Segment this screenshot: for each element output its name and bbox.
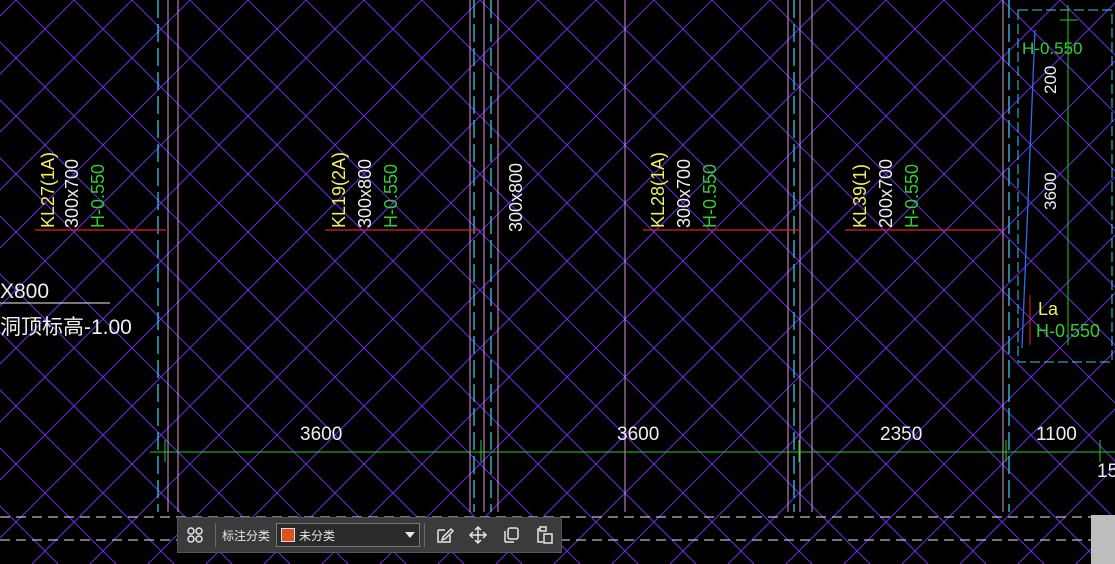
detail-la: La — [1038, 299, 1059, 319]
svg-text:KL39(1): KL39(1) — [850, 164, 870, 228]
dim-text-2: 3600 — [617, 424, 659, 445]
svg-text:300x700: 300x700 — [674, 159, 694, 228]
edit-icon[interactable] — [429, 518, 462, 552]
detail-top-elev: H-0.550 — [1022, 39, 1082, 58]
detail-dim-3600: 3600 — [1041, 172, 1060, 210]
svg-text:H-0.550: H-0.550 — [700, 164, 720, 228]
dim-text-1: 3600 — [300, 424, 342, 445]
grid-icon[interactable] — [178, 518, 211, 552]
annotation-category-label: 标注分类 — [221, 528, 270, 543]
beam-label-2: KL19(2A) 300x800 H-0.550 — [329, 152, 401, 228]
svg-text:300x800: 300x800 — [506, 163, 526, 232]
svg-text:300x700: 300x700 — [62, 159, 82, 228]
svg-text:KL28(1A): KL28(1A) — [648, 152, 668, 228]
svg-text:200x700: 200x700 — [876, 159, 896, 228]
cad-canvas[interactable]: KL27(1A) 300x700 H-0.550 KL19(2A) 300x80… — [0, 0, 1115, 564]
dim-text-3: 2350 — [880, 424, 922, 445]
note-text: 洞顶标高-1.00 — [0, 316, 132, 339]
paste-icon[interactable] — [528, 518, 561, 552]
svg-text:300x800: 300x800 — [355, 159, 375, 228]
svg-text:H-0.550: H-0.550 — [381, 164, 401, 228]
toolbar-separator — [215, 523, 216, 547]
beam-label-1: KL27(1A) 300x700 H-0.550 — [38, 152, 108, 228]
note-size: X800 — [0, 280, 49, 303]
detail-dim-200: 200 — [1041, 66, 1060, 94]
beam-label-4: KL28(1A) 300x700 H-0.550 — [648, 152, 720, 228]
scroll-block — [1091, 515, 1115, 564]
edge-text: 15 — [1097, 461, 1115, 482]
annotation-category-select[interactable]: 未分类 — [276, 523, 420, 547]
column-lines — [167, 0, 1004, 512]
svg-text:H-0.550: H-0.550 — [902, 164, 922, 228]
beam-label-5: KL39(1) 200x700 H-0.550 — [850, 159, 922, 228]
svg-text:H-0.550: H-0.550 — [88, 164, 108, 228]
beam-label-3: 300x800 — [506, 163, 526, 232]
category-color-swatch — [281, 528, 295, 542]
copy-icon[interactable] — [495, 518, 528, 552]
detail-bottom-elev: H-0.550 — [1036, 321, 1100, 341]
hatch-pattern — [0, 0, 1115, 564]
category-select-value: 未分类 — [299, 528, 336, 543]
svg-text:KL27(1A): KL27(1A) — [38, 152, 58, 228]
move-icon[interactable] — [462, 518, 495, 552]
dim-text-4: 1100 — [1036, 424, 1077, 445]
right-detail-frame — [1017, 5, 1113, 363]
annotation-toolbar: 标注分类 未分类 — [177, 517, 562, 553]
toolbar-separator — [423, 523, 425, 547]
svg-text:KL19(2A): KL19(2A) — [329, 152, 349, 228]
chevron-down-icon — [404, 532, 415, 538]
